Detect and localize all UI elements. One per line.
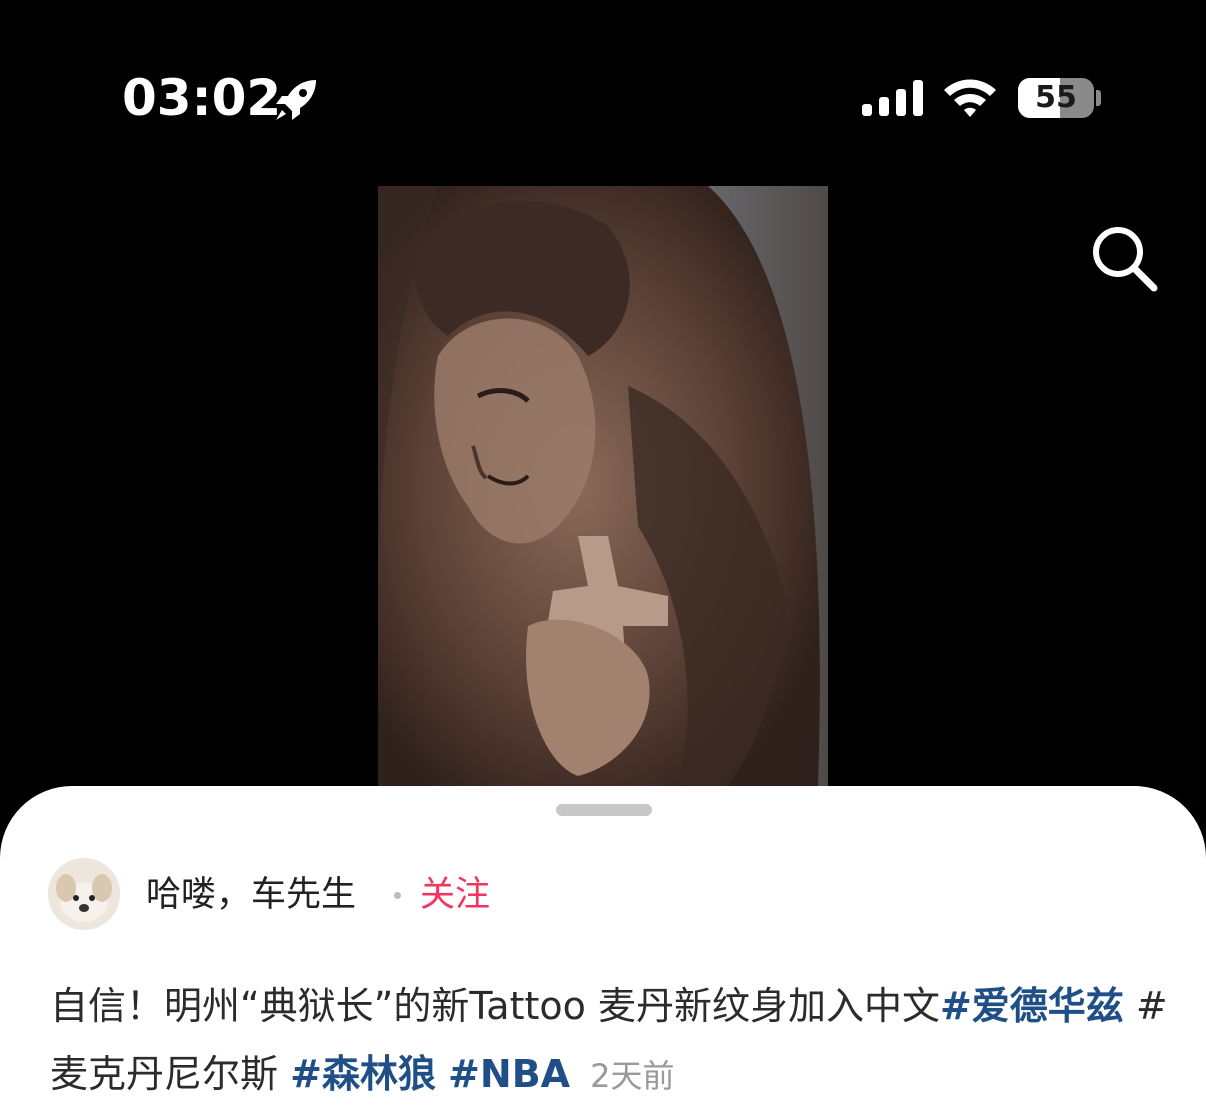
- author-name[interactable]: 哈喽，车先生: [146, 872, 356, 918]
- post-time: 2天前: [590, 1057, 675, 1095]
- tattoo-photo[interactable]: [378, 186, 828, 786]
- battery-icon: 55: [1018, 78, 1094, 118]
- separator-dot: [394, 892, 401, 899]
- follow-button[interactable]: 关注: [420, 872, 490, 918]
- hashtag-link[interactable]: #爱德华兹: [940, 984, 1124, 1028]
- rocket-icon: [276, 80, 316, 120]
- wifi-icon: [944, 79, 996, 117]
- status-bar: 03:02 55: [0, 0, 1206, 150]
- hashtag-link[interactable]: #NBA: [448, 1052, 570, 1096]
- caption-text: 自信！明州“典狱长”的新Tattoo 麦丹新纹身加入中文: [50, 984, 940, 1028]
- battery-tip: [1096, 90, 1101, 106]
- hashtag-link[interactable]: #森林狼: [290, 1052, 436, 1096]
- cellular-signal-icon: [862, 80, 923, 116]
- post-caption: 自信！明州“典狱长”的新Tattoo 麦丹新纹身加入中文#爱德华兹 #麦克丹尼尔…: [50, 972, 1170, 1110]
- author-avatar[interactable]: [48, 858, 120, 930]
- avatar-image: [48, 858, 120, 930]
- battery-level: 55: [1035, 80, 1077, 115]
- tattoo-image: [378, 186, 828, 786]
- sheet-drag-handle[interactable]: [556, 804, 652, 816]
- status-time: 03:02: [122, 69, 282, 127]
- search-icon[interactable]: [1088, 222, 1160, 294]
- post-detail-sheet: 哈喽，车先生 关注 自信！明州“典狱长”的新Tattoo 麦丹新纹身加入中文#爱…: [0, 786, 1206, 1116]
